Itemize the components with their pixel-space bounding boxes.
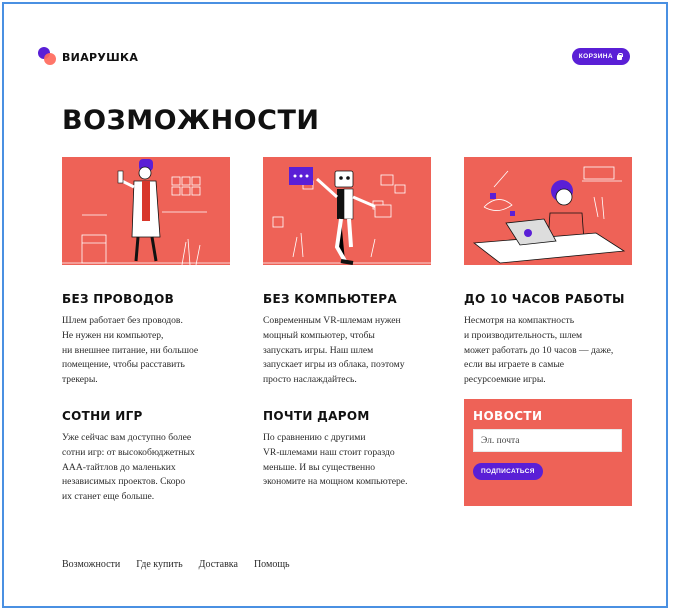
email-field[interactable] (473, 429, 622, 452)
footer-link-where-to-buy[interactable]: Где купить (136, 559, 182, 570)
illustration-wireless (62, 157, 230, 265)
cart-button[interactable]: КОРЗИНА (571, 48, 630, 65)
feature-title-no-computer: БЕЗ КОМПЬЮТЕРА (263, 292, 397, 306)
footer-link-features[interactable]: Возможности (62, 559, 120, 570)
logo[interactable]: ВИАРУШКА (38, 47, 138, 67)
site-header: ВИАРУШКА КОРЗИНА (38, 47, 634, 67)
illustration-laptop (464, 157, 632, 265)
brand-name: ВИАРУШКА (62, 50, 139, 64)
subscribe-button[interactable]: ПОДПИСАТЬСЯ (473, 463, 543, 480)
feature-title-price: ПОЧТИ ДАРОМ (263, 409, 370, 423)
cart-label: КОРЗИНА (578, 53, 613, 60)
feature-text-price: По сравнению с другими VR-шлемами наш ст… (263, 432, 408, 488)
newsletter-title: НОВОСТИ (473, 409, 543, 423)
footer-link-delivery[interactable]: Доставка (199, 559, 238, 570)
feature-text-wireless: Шлем работает без проводов. Не нужен ни … (62, 315, 199, 386)
feature-text-no-computer: Современным VR-шлемам нужен мощный компь… (263, 315, 405, 386)
feature-title-wireless: БЕЗ ПРОВОДОВ (62, 292, 175, 306)
feature-title-battery: ДО 10 ЧАСОВ РАБОТЫ (464, 292, 625, 306)
logo-mark-icon (38, 47, 58, 67)
feature-title-games: СОТНИ ИГР (62, 409, 143, 423)
page-title: ВОЗМОЖНОСТИ (62, 105, 320, 136)
illustration-robot (263, 157, 431, 265)
footer-link-help[interactable]: Помощь (254, 559, 290, 570)
feature-text-battery: Несмотря на компактность и производитель… (464, 315, 614, 386)
newsletter-box: НОВОСТИ ПОДПИСАТЬСЯ (464, 399, 632, 506)
bag-icon (616, 53, 623, 60)
feature-text-games: Уже сейчас вам доступно более сотни игр:… (62, 432, 195, 503)
footer-nav: Возможности Где купить Доставка Помощь (62, 559, 290, 570)
